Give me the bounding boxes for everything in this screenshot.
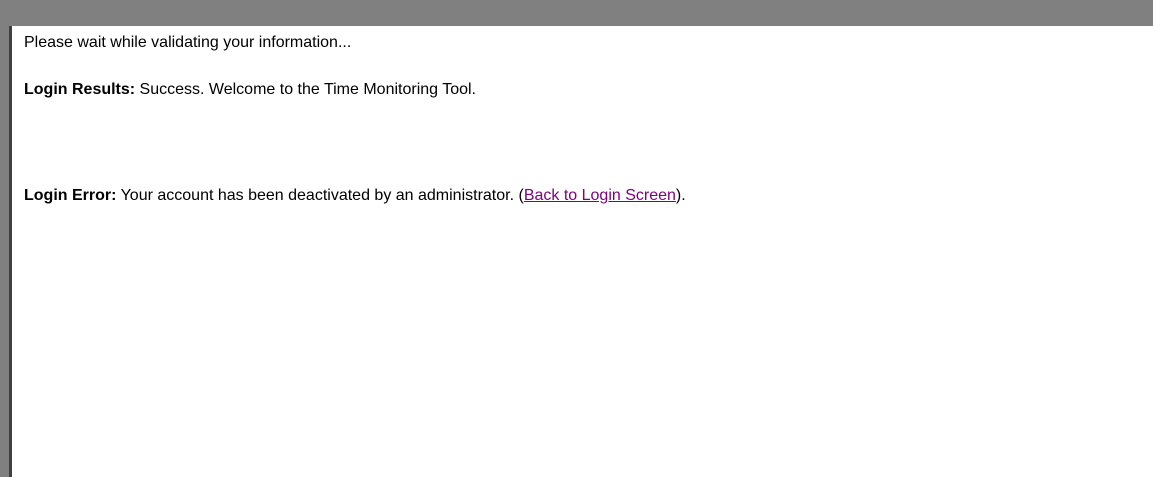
frame-left-border (0, 0, 9, 477)
frame-top-border (0, 0, 1153, 26)
login-results-text: Success. Welcome to the Time Monitoring … (135, 81, 476, 98)
login-error-label: Login Error: (24, 187, 117, 204)
browser-frame: Please wait while validating your inform… (0, 0, 1153, 477)
login-error-line: Login Error: Your account has been deact… (24, 186, 686, 206)
login-error-closing: ). (675, 187, 686, 204)
back-to-login-link[interactable]: Back to Login Screen (524, 187, 676, 204)
login-results-label: Login Results: (24, 81, 136, 98)
login-results-line: Login Results: Success. Welcome to the T… (24, 80, 476, 100)
status-message: Please wait while validating your inform… (24, 34, 352, 51)
login-error-text: Your account has been deactivated by an … (116, 187, 524, 204)
page-content: Please wait while validating your inform… (12, 26, 1153, 477)
